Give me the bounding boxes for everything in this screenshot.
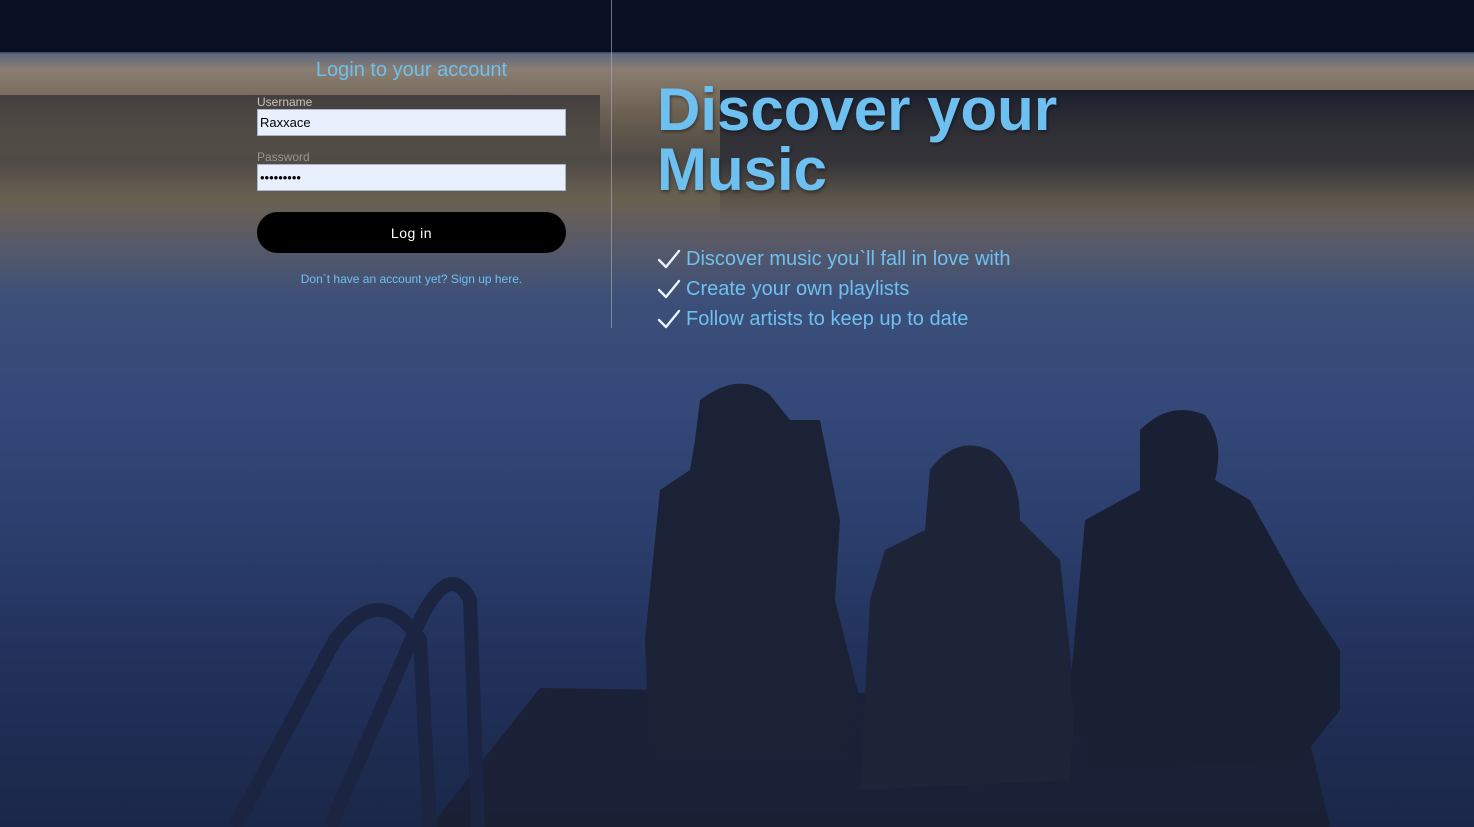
username-input[interactable] [257, 109, 566, 136]
login-panel: Login to your account Username Password … [257, 56, 566, 286]
hero-title: Discover your Music [657, 76, 1058, 203]
password-label: Password [257, 150, 310, 164]
checkmark-icon [657, 279, 681, 299]
feature-list: Discover music you`ll fall in love with … [657, 244, 1417, 334]
password-input[interactable] [257, 164, 566, 191]
username-label: Username [257, 95, 313, 109]
login-title: Login to your account [315, 59, 508, 81]
feature-item: Follow artists to keep up to date [657, 304, 1417, 334]
feature-text: Discover music you`ll fall in love with [686, 247, 1011, 270]
panel-divider [611, 0, 612, 328]
signup-link[interactable]: Don`t have an account yet? Sign up here. [257, 272, 566, 286]
hero-section: Discover your Music Discover music you`l… [657, 80, 1417, 334]
checkmark-icon [657, 309, 681, 329]
login-button[interactable]: Log in [257, 212, 566, 253]
checkmark-icon [657, 249, 681, 269]
feature-item: Create your own playlists [657, 274, 1417, 304]
feature-text: Follow artists to keep up to date [686, 307, 969, 330]
feature-item: Discover music you`ll fall in love with [657, 244, 1417, 274]
feature-text: Create your own playlists [686, 277, 910, 300]
